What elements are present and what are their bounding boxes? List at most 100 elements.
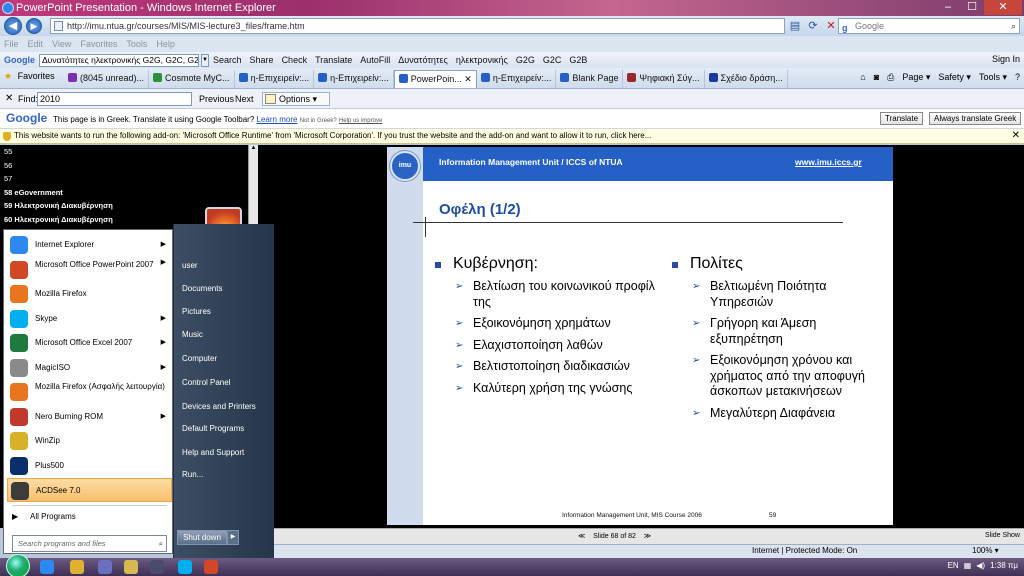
- outline-item[interactable]: 55: [0, 145, 258, 159]
- start-program-item[interactable]: ACDSee 7.0: [7, 478, 172, 502]
- language-indicator[interactable]: EN: [948, 561, 959, 570]
- favorites-button[interactable]: ★ Favorites: [4, 71, 55, 82]
- browser-tab[interactable]: Σχέδιο δράση...: [705, 70, 788, 88]
- volume-icon[interactable]: ◀): [976, 561, 985, 570]
- app-icon[interactable]: [98, 560, 112, 574]
- submenu-arrow-icon[interactable]: ▶: [161, 307, 166, 331]
- search-icon[interactable]: ⌕: [159, 536, 163, 551]
- translate-button[interactable]: Translate: [880, 112, 924, 125]
- find-previous-button[interactable]: Previous: [199, 94, 234, 104]
- tools-menu[interactable]: Tools ▾: [979, 72, 1007, 83]
- zoom-level[interactable]: 100% ▾: [972, 546, 999, 555]
- start-search-input[interactable]: Search programs and files ⌕: [12, 535, 167, 552]
- submenu-arrow-icon[interactable]: ▶: [161, 258, 166, 268]
- start-place-item[interactable]: Help and Support: [182, 448, 244, 457]
- start-place-item[interactable]: Music: [182, 330, 203, 339]
- powerpoint-icon[interactable]: [204, 560, 218, 574]
- print-icon[interactable]: ⎙: [887, 72, 894, 83]
- start-place-item[interactable]: Default Programs: [182, 424, 244, 433]
- toolbar-check-button[interactable]: Check: [282, 55, 308, 65]
- browser-tab[interactable]: Cosmote MyC...: [149, 70, 235, 88]
- browser-tab[interactable]: (8045 unread)...: [64, 70, 150, 88]
- refresh-icon[interactable]: ⟳: [806, 19, 820, 33]
- submenu-arrow-icon[interactable]: ▶: [161, 356, 166, 380]
- start-place-item[interactable]: Run...: [182, 470, 203, 479]
- clock[interactable]: 1:38 πμ: [990, 561, 1018, 570]
- help-improve-link[interactable]: Help us improve: [339, 118, 382, 124]
- start-place-item[interactable]: Control Panel: [182, 378, 230, 387]
- submenu-arrow-icon[interactable]: ▶: [161, 233, 166, 257]
- outline-item[interactable]: 57: [0, 172, 258, 186]
- slide-show-button[interactable]: Slide Show: [985, 532, 1020, 539]
- toolbar-autofill-button[interactable]: AutoFill: [360, 55, 390, 65]
- security-zone[interactable]: Internet | Protected Mode: On: [752, 546, 857, 555]
- compatibility-view-icon[interactable]: ▤: [788, 19, 802, 33]
- start-place-item[interactable]: user: [182, 261, 198, 270]
- stop-icon[interactable]: ✕: [824, 19, 838, 33]
- learn-more-link[interactable]: Learn more: [257, 115, 298, 124]
- start-program-item[interactable]: Microsoft Office Excel 2007 ▶: [7, 331, 172, 355]
- menu-help[interactable]: Help: [156, 36, 175, 52]
- minimize-button[interactable]: –: [936, 0, 960, 15]
- forward-button[interactable]: ▶: [26, 18, 42, 34]
- always-translate-button[interactable]: Always translate Greek: [929, 112, 1022, 125]
- start-program-item[interactable]: Skype ▶: [7, 307, 172, 331]
- feeds-icon[interactable]: ◙: [874, 72, 879, 83]
- home-icon[interactable]: ⌂: [860, 72, 865, 83]
- browser-tab[interactable]: Blank Page: [556, 70, 624, 88]
- start-place-item[interactable]: Pictures: [182, 307, 211, 316]
- toolbar-term-1[interactable]: Δυνατότητες: [398, 55, 448, 65]
- find-input[interactable]: 2010: [37, 92, 192, 106]
- start-place-item[interactable]: Documents: [182, 284, 222, 293]
- menu-edit[interactable]: Edit: [28, 36, 44, 52]
- start-program-item[interactable]: Mozilla Firefox (Ασφαλής λειτουργία): [7, 380, 172, 404]
- outline-item[interactable]: 58 eGovernment: [0, 186, 258, 200]
- start-program-item[interactable]: Mozilla Firefox: [7, 282, 172, 306]
- explorer-icon[interactable]: [124, 560, 138, 574]
- next-slide-icon[interactable]: ≫: [644, 533, 651, 540]
- shutdown-options-button[interactable]: ▶: [227, 530, 239, 545]
- close-tab-icon[interactable]: ✕: [462, 74, 472, 84]
- close-window-button[interactable]: ✕: [984, 0, 1022, 15]
- menu-view[interactable]: View: [52, 36, 71, 52]
- sign-in-button[interactable]: Sign In: [992, 54, 1020, 64]
- start-place-item[interactable]: Devices and Printers: [182, 402, 256, 411]
- browser-tab[interactable]: η-Επιχειρείν:...: [314, 70, 394, 88]
- page-menu[interactable]: Page ▾: [902, 72, 930, 83]
- scroll-up-icon[interactable]: ▲: [249, 145, 258, 154]
- start-program-item[interactable]: Internet Explorer ▶: [7, 233, 172, 257]
- toolbar-search-button[interactable]: Search: [213, 55, 242, 65]
- skype-icon[interactable]: [178, 560, 192, 574]
- network-icon[interactable]: ▦: [964, 561, 972, 570]
- toolbar-translate-button[interactable]: Translate: [315, 55, 352, 65]
- find-next-button[interactable]: Next: [235, 94, 254, 104]
- help-icon[interactable]: ?: [1015, 72, 1020, 83]
- all-programs-button[interactable]: ▶ All Programs: [12, 512, 76, 521]
- media-player-icon[interactable]: [150, 560, 164, 574]
- browser-tab[interactable]: η-Επιχειρείν:...: [235, 70, 315, 88]
- toolbar-term-3[interactable]: G2G: [516, 55, 535, 65]
- previous-slide-icon[interactable]: ≪: [578, 533, 585, 540]
- browser-tab[interactable]: η-Επιχειρείν:...: [477, 70, 557, 88]
- search-icon[interactable]: ⌕: [1011, 19, 1016, 33]
- outline-item[interactable]: 56: [0, 159, 258, 173]
- find-options-button[interactable]: Options ▾: [262, 92, 331, 106]
- search-input[interactable]: g Google ⌕: [838, 18, 1020, 34]
- start-program-item[interactable]: Nero Burning ROM ▶: [7, 405, 172, 429]
- information-bar[interactable]: This website wants to run the following …: [0, 129, 1024, 144]
- toolbar-term-5[interactable]: G2B: [569, 55, 587, 65]
- google-query-dropdown[interactable]: ▼: [201, 53, 209, 67]
- start-program-item[interactable]: Microsoft Office PowerPoint 2007 ▶: [7, 258, 172, 282]
- maximize-button[interactable]: ☐: [960, 0, 984, 15]
- menu-favorites[interactable]: Favorites: [80, 36, 117, 52]
- toolbar-share-button[interactable]: Share: [250, 55, 274, 65]
- start-button[interactable]: [6, 554, 30, 576]
- safety-menu[interactable]: Safety ▾: [938, 72, 971, 83]
- start-program-item[interactable]: Plus500: [7, 454, 172, 478]
- submenu-arrow-icon[interactable]: ▶: [161, 405, 166, 429]
- start-place-item[interactable]: Computer: [182, 354, 217, 363]
- slide-header-link[interactable]: www.imu.iccs.gr: [795, 157, 862, 167]
- start-program-item[interactable]: MagicISO ▶: [7, 356, 172, 380]
- browser-tab[interactable]: Ψηφιακή Σύγ...: [623, 70, 705, 88]
- toolbar-term-4[interactable]: G2C: [543, 55, 562, 65]
